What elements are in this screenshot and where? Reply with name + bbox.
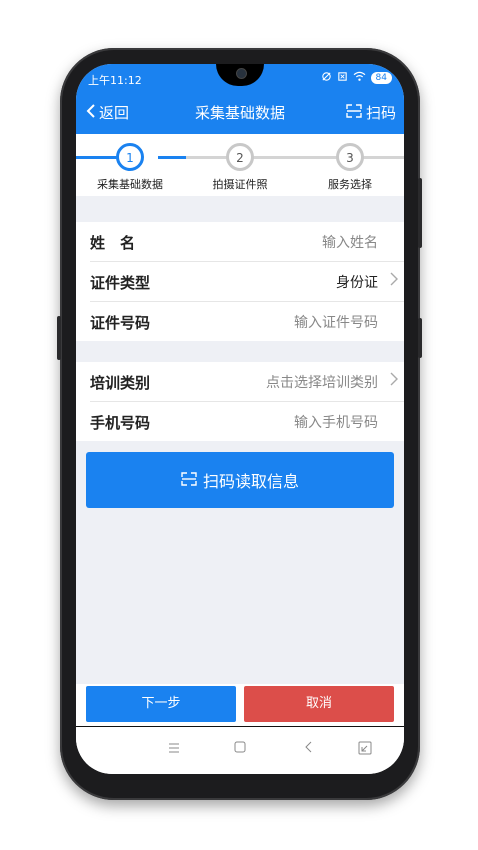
step-line-active bbox=[158, 156, 186, 159]
power-button bbox=[418, 178, 422, 248]
name-label: 姓 名 bbox=[90, 234, 136, 252]
cancel-button[interactable]: 取消 bbox=[244, 686, 394, 722]
training-type-select[interactable]: 点击选择培训类别 bbox=[266, 372, 378, 392]
chevron-right-icon bbox=[390, 271, 398, 290]
home-icon[interactable] bbox=[234, 741, 246, 757]
id-number-label: 证件号码 bbox=[90, 314, 151, 332]
top-bar: 上午11:12 84 返回 采集基础数据 扫码 bbox=[76, 64, 404, 134]
id-type-select[interactable]: 身份证 bbox=[336, 272, 378, 292]
alarm-off-icon bbox=[321, 71, 332, 85]
step-3-label: 服务选择 bbox=[328, 178, 372, 191]
volume-button bbox=[57, 316, 61, 360]
scan-read-button[interactable]: 扫码读取信息 bbox=[86, 452, 394, 508]
chevron-right-icon bbox=[390, 371, 398, 390]
status-icons: 84 bbox=[321, 71, 392, 85]
id-number-row[interactable]: 证件号码 输入证件号码 bbox=[90, 302, 404, 341]
progress-stepper: 1 2 3 采集基础数据 拍摄证件照 服务选择 bbox=[76, 134, 404, 196]
name-row[interactable]: 姓 名 输入姓名 bbox=[90, 222, 404, 262]
recent-apps-icon[interactable] bbox=[358, 741, 372, 759]
id-type-row[interactable]: 证件类型 身份证 bbox=[90, 262, 404, 302]
scan-icon bbox=[346, 103, 362, 122]
battery-indicator: 84 bbox=[370, 72, 392, 84]
step-2-label: 拍摄证件照 bbox=[212, 178, 268, 191]
wifi-icon bbox=[353, 71, 366, 85]
scan-read-label: 扫码读取信息 bbox=[202, 472, 299, 491]
id-number-input[interactable]: 输入证件号码 bbox=[294, 312, 378, 332]
scan-button[interactable]: 扫码 bbox=[346, 102, 396, 123]
step-line-pending bbox=[186, 156, 404, 159]
bottom-actions: 下一步 取消 bbox=[76, 684, 404, 726]
step-1-circle: 1 bbox=[116, 143, 144, 171]
system-nav-bar bbox=[76, 726, 404, 774]
phone-label: 手机号码 bbox=[90, 414, 151, 432]
front-camera bbox=[236, 68, 247, 79]
training-type-row[interactable]: 培训类别 点击选择培训类别 bbox=[90, 362, 404, 402]
side-button bbox=[418, 318, 422, 358]
sim-icon bbox=[337, 71, 348, 85]
scan-label: 扫码 bbox=[365, 104, 396, 122]
app-screen: 上午11:12 84 返回 采集基础数据 扫码 1 2 3 采集基础数据 拍摄证… bbox=[76, 64, 404, 774]
phone-row[interactable]: 手机号码 输入手机号码 bbox=[90, 402, 404, 441]
scan-icon bbox=[181, 471, 197, 490]
training-info-group: 培训类别 点击选择培训类别 手机号码 输入手机号码 bbox=[76, 362, 404, 441]
step-3-circle: 3 bbox=[336, 143, 364, 171]
next-button[interactable]: 下一步 bbox=[86, 686, 236, 722]
training-type-label: 培训类别 bbox=[90, 374, 151, 392]
basic-info-group: 姓 名 输入姓名 证件类型 身份证 证件号码 输入证件号码 bbox=[76, 222, 404, 341]
step-1-label: 采集基础数据 bbox=[97, 178, 163, 191]
step-2-circle: 2 bbox=[226, 143, 254, 171]
id-type-label: 证件类型 bbox=[90, 274, 151, 292]
phone-input[interactable]: 输入手机号码 bbox=[294, 412, 378, 432]
status-time: 上午11:12 bbox=[88, 74, 142, 87]
back-nav-icon[interactable] bbox=[304, 741, 312, 757]
name-input[interactable]: 输入姓名 bbox=[322, 232, 378, 252]
menu-icon[interactable] bbox=[168, 741, 180, 757]
